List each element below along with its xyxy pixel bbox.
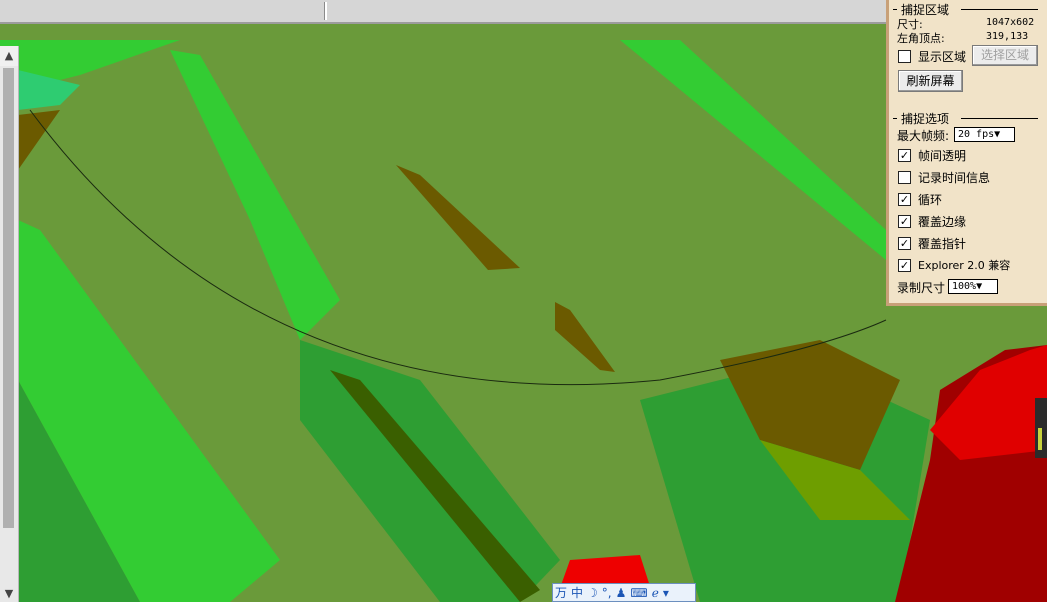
max-fps-label: 最大帧频: [897,129,950,143]
ime-menu-arrow-icon[interactable]: ▾ [663,586,669,600]
size-value: 1047x602 [986,17,1035,28]
refresh-screen-button[interactable]: 刷新屏幕 [898,70,963,92]
frame-transparency-label: 帧间透明 [918,149,967,163]
level-indicator [1038,428,1042,450]
record-size-label: 录制尺寸 [897,281,946,295]
scrollbar-thumb[interactable] [3,68,14,528]
capture-options-title: 捕捉选项 [901,112,950,126]
ime-toolbar[interactable]: 万 中 ☽ °, ♟ ⌨ ℯ ▾ [552,583,696,602]
record-time-checkbox[interactable] [898,171,911,184]
loop-checkbox[interactable]: ✓ [898,193,911,206]
explorer-compat-label: Explorer 2.0 兼容 [918,259,1011,272]
ime-user-icon[interactable]: ♟ [616,586,627,600]
group-line-left-2 [893,118,897,119]
ime-keyboard-icon[interactable]: ⌨ [630,586,647,600]
group-line-right-2 [961,118,1038,119]
ime-punctuation-icon[interactable]: °, [602,586,612,600]
scroll-down-arrow-icon[interactable]: ▼ [0,586,18,602]
toolbar-separator [324,2,327,20]
cover-pointer-checkbox[interactable]: ✓ [898,237,911,250]
cover-edge-label: 覆盖边缘 [918,215,967,229]
scroll-up-arrow-icon[interactable]: ▲ [0,46,18,66]
corner-value: 319,133 [986,31,1029,42]
cover-edge-checkbox[interactable]: ✓ [898,215,911,228]
ime-chinese-mode-icon[interactable]: 中 [571,584,583,601]
show-area-checkbox[interactable] [898,50,911,63]
select-area-button[interactable]: 选择区域 [972,45,1038,66]
vertical-scrollbar[interactable]: ▲ ▼ [0,46,19,602]
right-edge-widget [1035,398,1047,458]
ime-logo-icon[interactable]: 万 [555,584,567,601]
show-area-label: 显示区域 [918,50,967,64]
group-line-left [893,9,897,10]
capture-settings-panel: 捕捉区域 尺寸: 1047x602 左角顶点: 319,133 显示区域 选择区… [886,0,1047,306]
max-fps-dropdown[interactable]: 20 fps▼ [954,127,1015,142]
ime-browser-icon[interactable]: ℯ [652,586,659,600]
record-time-label: 记录时间信息 [918,171,991,185]
corner-label: 左角顶点: [897,32,945,45]
explorer-compat-checkbox[interactable]: ✓ [898,259,911,272]
ime-halfwidth-icon[interactable]: ☽ [587,586,598,600]
record-size-dropdown[interactable]: 100%▼ [948,279,998,294]
top-toolbar-strip [0,0,886,24]
frame-transparency-checkbox[interactable]: ✓ [898,149,911,162]
loop-label: 循环 [918,193,943,207]
cover-pointer-label: 覆盖指针 [918,237,967,251]
group-line-right [961,9,1038,10]
